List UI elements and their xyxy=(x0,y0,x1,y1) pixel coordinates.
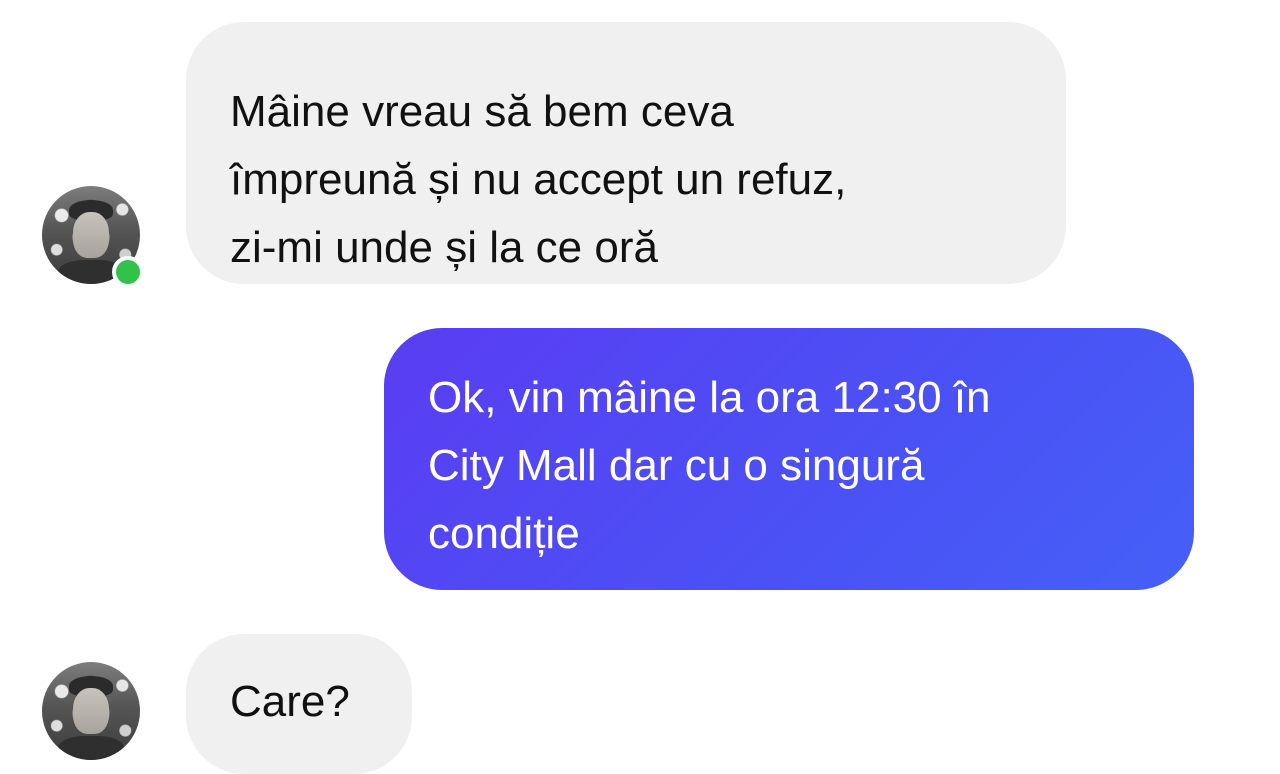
message-text-line: Mâine vreau să bem ceva xyxy=(230,87,734,136)
message-text-line: zi-mi unde și la ce oră xyxy=(230,223,658,272)
message-text-line: condiție xyxy=(428,509,580,558)
avatar-shirt xyxy=(58,736,124,760)
avatar-face xyxy=(73,688,109,734)
message-text-line: Ok, vin mâine la ora 12:30 în xyxy=(428,373,991,422)
outgoing-message-bubble[interactable]: Ok, vin mâine la ora 12:30 în City Mall … xyxy=(384,328,1194,590)
message-text-line: împreună și nu accept un refuz, xyxy=(230,155,847,204)
incoming-message-bubble[interactable]: Mâine vreau să bem ceva împreună și nu a… xyxy=(186,22,1066,284)
contact-avatar[interactable] xyxy=(42,662,140,760)
chat-thread: Mâine vreau să bem ceva împreună și nu a… xyxy=(0,0,1280,774)
message-text-line: City Mall dar cu o singură xyxy=(428,441,925,490)
message-text-line: Care? xyxy=(230,677,350,726)
online-status-icon xyxy=(112,256,144,288)
incoming-message-bubble[interactable]: Care? xyxy=(186,634,412,774)
avatar-face xyxy=(73,212,109,258)
